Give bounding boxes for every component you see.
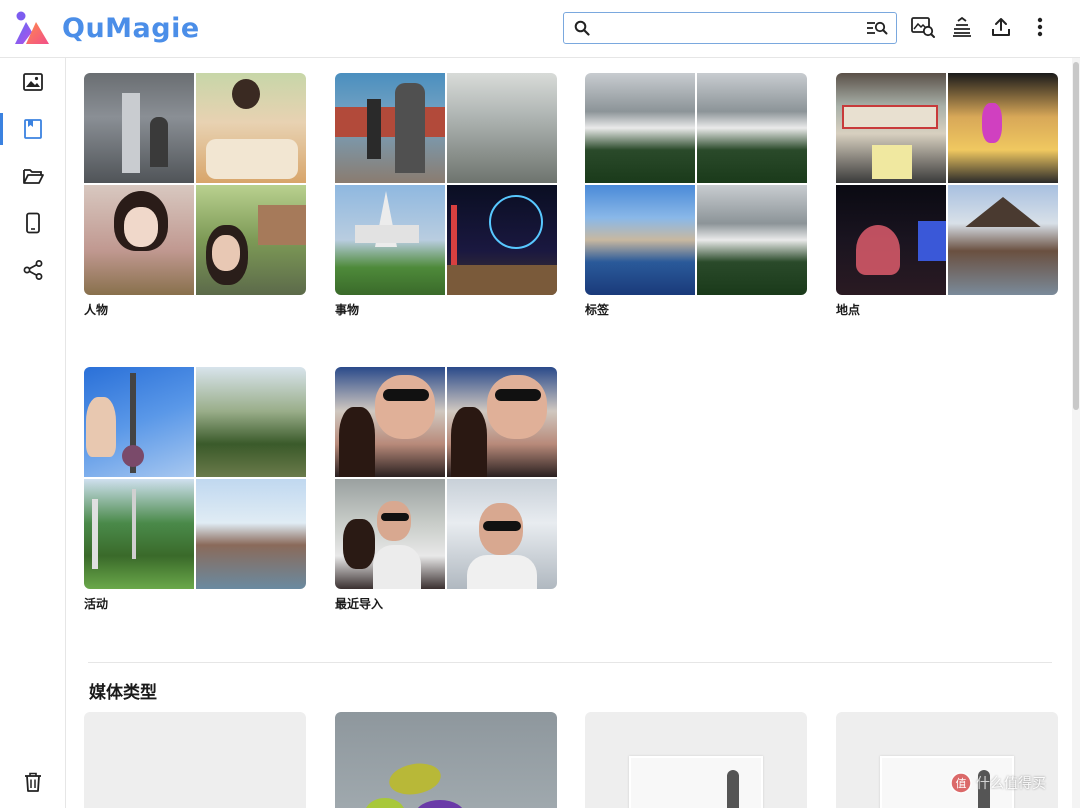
sidebar-item-folders[interactable]: [0, 156, 66, 196]
app-logo[interactable]: QuMagie: [12, 8, 200, 48]
photo-thumbnail: [335, 73, 445, 183]
watermark-text: 什么值得买: [976, 776, 1046, 792]
album-recent-imports[interactable]: 最近导入: [335, 367, 557, 612]
search-icon: [574, 20, 590, 36]
album-cover-grid[interactable]: [585, 73, 807, 295]
photo-thumbnail: [447, 185, 557, 295]
album-things[interactable]: 事物: [335, 73, 557, 318]
media-type-card[interactable]: [335, 712, 557, 808]
advanced-search-icon[interactable]: [866, 19, 888, 37]
album-tags[interactable]: 标签: [585, 73, 807, 318]
sidebar-item-albums[interactable]: [0, 109, 66, 149]
photo-thumbnail: [84, 73, 194, 183]
photo-thumbnail: [948, 73, 1058, 183]
app-name: QuMagie: [62, 12, 200, 44]
sidebar-item-photos[interactable]: [0, 62, 66, 102]
scrollbar-thumb[interactable]: [1073, 62, 1079, 410]
photo-thumbnail: [335, 185, 445, 295]
photo-thumbnail: [84, 479, 194, 589]
top-bar: QuMagie: [0, 0, 1080, 58]
sidebar-item-devices[interactable]: [0, 203, 66, 243]
photo-thumbnail: [196, 479, 306, 589]
album-cover-grid[interactable]: [836, 73, 1058, 295]
search-input[interactable]: [600, 17, 850, 39]
album-cover-grid[interactable]: [335, 73, 557, 295]
photo-thumbnail: [948, 185, 1058, 295]
section-divider: [88, 662, 1052, 663]
watermark: 值 什么值得买: [950, 772, 1046, 794]
watermark-logo-icon: 值: [950, 772, 972, 794]
photo-thumbnail: [585, 73, 695, 183]
album-cover-grid[interactable]: [335, 367, 557, 589]
album-label: 事物: [335, 303, 360, 317]
qumagie-logo-icon: [15, 11, 49, 44]
album-events[interactable]: 活动: [84, 367, 306, 612]
photo-thumbnail: [335, 479, 445, 589]
sidebar-item-shared[interactable]: [0, 250, 66, 290]
media-type-card[interactable]: [585, 712, 807, 808]
album-places[interactable]: 地点: [836, 73, 1058, 318]
album-cover-grid[interactable]: [84, 73, 306, 295]
album-label: 人物: [84, 303, 109, 317]
photo-thumbnail: [84, 185, 194, 295]
more-options-button[interactable]: [1027, 14, 1053, 40]
media-types-title: 媒体类型: [89, 683, 157, 703]
image-search-button[interactable]: [910, 14, 936, 40]
album-label: 活动: [84, 597, 109, 611]
photo-thumbnail: [196, 367, 306, 477]
main-content: 人物 事物 标签 地点 活动 最近导入 媒体类型: [66, 58, 1072, 808]
photo-thumbnail: [447, 367, 557, 477]
photo-thumbnail: [697, 73, 807, 183]
upload-button[interactable]: [988, 14, 1014, 40]
album-label: 地点: [836, 303, 861, 317]
photo-thumbnail: [836, 73, 946, 183]
photo-thumbnail: [836, 185, 946, 295]
photo-thumbnail: [447, 73, 557, 183]
media-type-card[interactable]: [84, 712, 306, 808]
photo-thumbnail: [335, 367, 445, 477]
photo-thumbnail: [196, 73, 306, 183]
photo-thumbnail: [585, 185, 695, 295]
folder-icon: [23, 169, 44, 184]
search-bar[interactable]: [563, 12, 897, 44]
stack-button[interactable]: [949, 14, 975, 40]
sidebar-item-trash[interactable]: [0, 762, 66, 802]
album-label: 最近导入: [335, 597, 384, 611]
upload-icon: [992, 18, 1010, 36]
image-search-icon: [911, 17, 935, 38]
sidebar: [0, 58, 66, 808]
trash-icon: [25, 772, 41, 792]
album-people[interactable]: 人物: [84, 73, 306, 318]
more-vertical-icon: [1037, 17, 1043, 37]
device-icon: [26, 212, 40, 234]
photos-icon: [23, 73, 43, 91]
photo-thumbnail: [84, 367, 194, 477]
scrollbar[interactable]: [1072, 58, 1080, 808]
svg-text:值: 值: [956, 777, 967, 790]
stack-icon: [953, 16, 971, 37]
photo-thumbnail: [196, 185, 306, 295]
photo-thumbnail: [697, 185, 807, 295]
photo-thumbnail: [447, 479, 557, 589]
share-icon: [23, 260, 43, 280]
albums-icon: [24, 119, 42, 139]
album-cover-grid[interactable]: [84, 367, 306, 589]
album-label: 标签: [585, 303, 610, 317]
